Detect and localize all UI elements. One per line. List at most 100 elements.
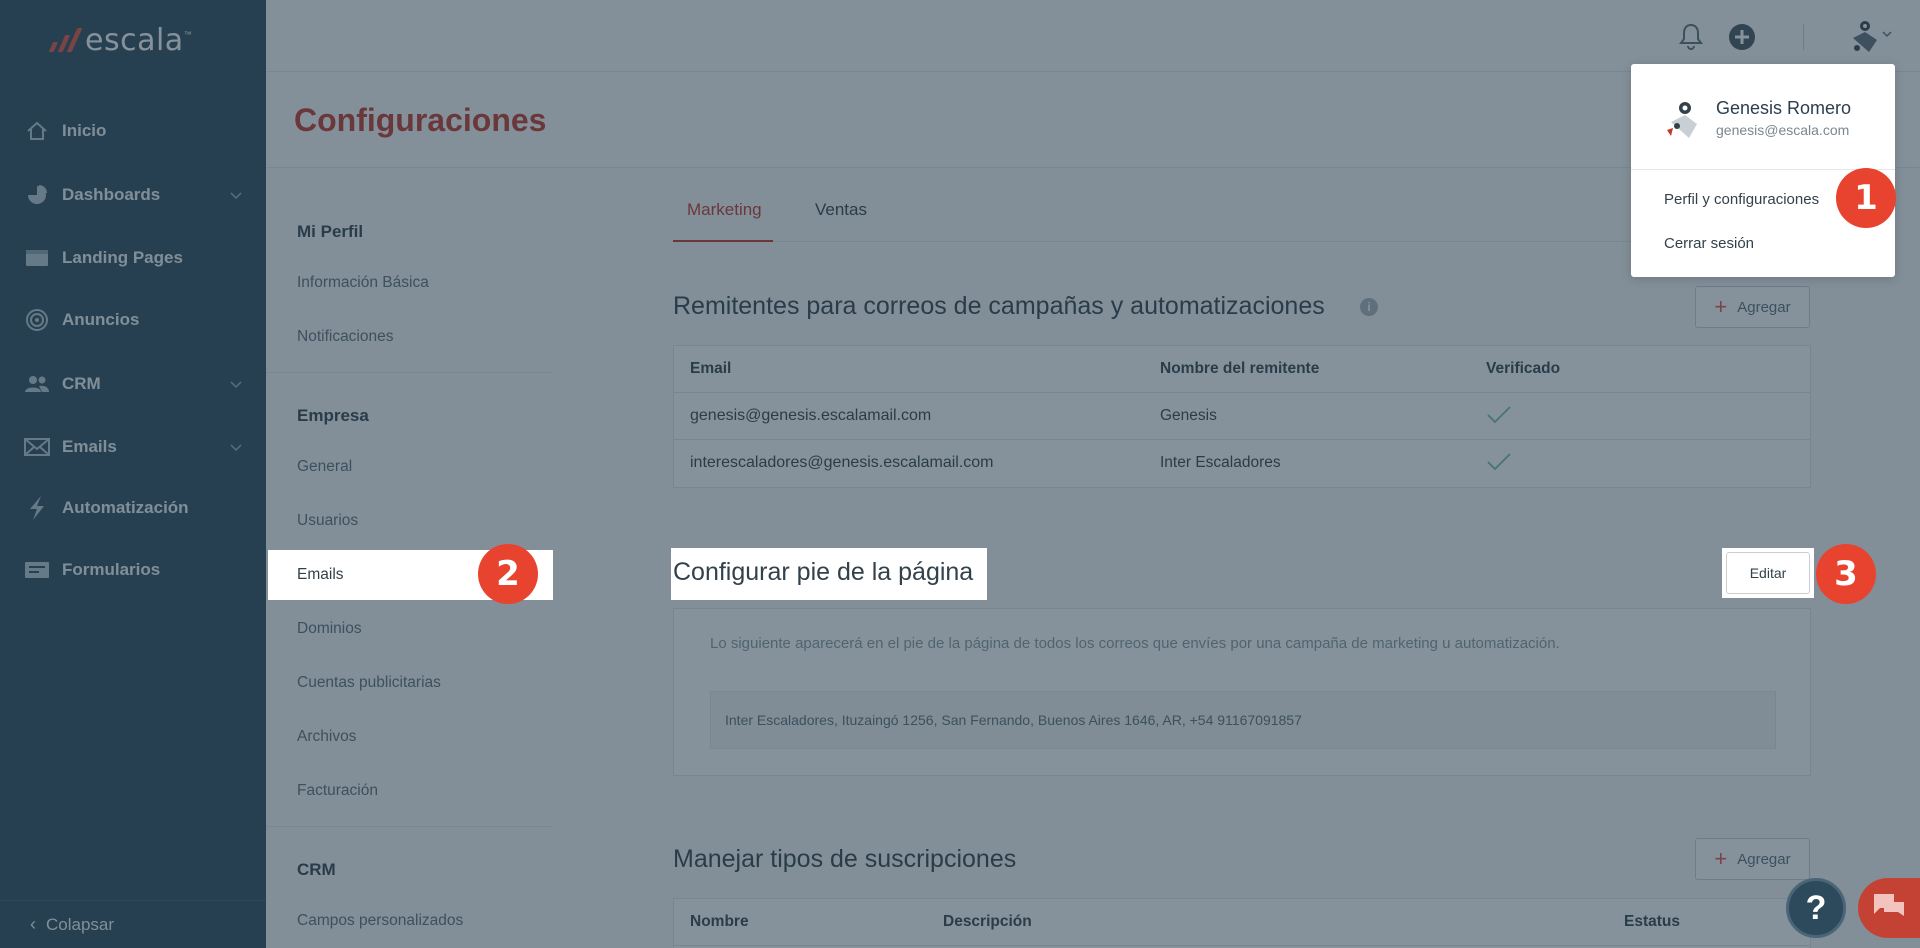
column-header-descripcion: Descripción <box>943 913 1032 930</box>
add-sender-label: Agregar <box>1737 298 1791 316</box>
logo-bars-icon <box>48 28 83 52</box>
sidebar-item-crm[interactable]: CRM <box>0 360 266 408</box>
chat-bubble-icon <box>1872 892 1906 925</box>
topbar-divider <box>1803 24 1804 50</box>
lightning-icon <box>24 496 50 520</box>
footer-text-field: Inter Escaladores, Ituzaingó 1256, San F… <box>710 691 1776 749</box>
info-icon[interactable]: i <box>1360 298 1378 316</box>
escala-logo[interactable]: escala ™ <box>48 22 192 58</box>
add-subscription-button[interactable]: + Agregar <box>1695 838 1810 880</box>
sidebar: escala ™ Inicio Dashboards Landing Pages… <box>0 0 266 948</box>
senders-table: Email Nombre del remitente Verificado ge… <box>673 345 1811 488</box>
table-header-row: Nombre Descripción Estatus <box>674 899 1810 946</box>
step-badge-3: 3 <box>1816 544 1876 604</box>
sidebar-item-label: Emails <box>62 437 117 456</box>
table-row[interactable]: genesis@genesis.escalamail.com Genesis <box>674 393 1810 440</box>
add-circle-icon[interactable] <box>1728 23 1756 56</box>
people-icon <box>24 372 50 396</box>
form-icon <box>24 558 50 582</box>
logo-trademark: ™ <box>183 30 192 39</box>
settings-group-empresa: Empresa <box>297 406 369 425</box>
footer-text-value: Inter Escaladores, Ituzaingó 1256, San F… <box>725 712 1302 728</box>
menu-item-profile-settings[interactable]: Perfil y configuraciones <box>1664 191 1819 208</box>
sidebar-item-label: Formularios <box>62 560 161 579</box>
sidebar-item-landing-pages[interactable]: Landing Pages <box>0 234 266 282</box>
plus-icon: + <box>1714 846 1728 871</box>
check-icon <box>1486 405 1512 430</box>
envelope-icon <box>24 435 50 459</box>
settings-item-notificaciones[interactable]: Notificaciones <box>297 328 394 346</box>
senders-section-title: Remitentes para correos de campañas y au… <box>673 292 1325 320</box>
pie-chart-icon <box>24 183 50 207</box>
bell-icon[interactable] <box>1678 22 1704 55</box>
check-icon <box>1486 452 1512 477</box>
sidebar-item-label: CRM <box>62 374 101 393</box>
top-bar <box>266 0 1920 72</box>
sidebar-item-dashboards[interactable]: Dashboards <box>0 171 266 219</box>
sidebar-item-formularios[interactable]: Formularios <box>0 546 266 594</box>
sender-email: interescaladores@genesis.escalamail.com <box>690 454 994 471</box>
sidebar-item-label: Automatización <box>62 498 189 517</box>
table-row[interactable]: interescaladores@genesis.escalamail.com … <box>674 440 1810 487</box>
target-icon <box>24 308 50 332</box>
column-header-email: Email <box>690 360 732 377</box>
page-title: Configuraciones <box>294 102 547 138</box>
sidebar-item-anuncios[interactable]: Anuncios <box>0 296 266 344</box>
settings-item-general[interactable]: General <box>297 458 352 476</box>
sidebar-item-label: Anuncios <box>62 310 140 329</box>
user-email: genesis@escala.com <box>1716 122 1850 138</box>
tab-active-indicator <box>673 240 773 242</box>
sidebar-item-emails[interactable]: Emails <box>0 423 266 471</box>
add-subscription-label: Agregar <box>1737 850 1791 868</box>
sidebar-item-automatizacion[interactable]: Automatización <box>0 484 266 532</box>
settings-divider <box>266 826 552 827</box>
chevron-down-icon <box>230 187 242 205</box>
footer-description: Lo siguiente aparecerá en el pie de la p… <box>710 635 1560 652</box>
edit-footer-button[interactable]: Editar <box>1726 552 1810 594</box>
edit-footer-label: Editar <box>1749 565 1787 581</box>
sender-email: genesis@genesis.escalamail.com <box>690 407 932 424</box>
settings-item-usuarios[interactable]: Usuarios <box>297 512 358 530</box>
settings-item-archivos[interactable]: Archivos <box>297 728 356 746</box>
sender-name: Inter Escaladores <box>1160 454 1281 471</box>
collapse-sidebar-button[interactable]: ‹ Colapsar <box>0 900 266 948</box>
chevron-down-icon <box>230 439 242 457</box>
settings-group-mi-perfil: Mi Perfil <box>297 222 364 241</box>
add-sender-button[interactable]: + Agregar <box>1695 286 1810 328</box>
sidebar-item-label: Landing Pages <box>62 248 183 267</box>
table-header-row: Email Nombre del remitente Verificado <box>674 346 1810 393</box>
sidebar-item-label: Dashboards <box>62 185 161 204</box>
settings-group-crm: CRM <box>297 860 336 879</box>
subscriptions-section-title: Manejar tipos de suscripciones <box>673 845 1017 873</box>
settings-item-campos-personalizados[interactable]: Campos personalizados <box>297 912 463 930</box>
sidebar-item-inicio[interactable]: Inicio <box>0 107 266 155</box>
settings-divider <box>266 372 552 373</box>
column-header-sender-name: Nombre del remitente <box>1160 360 1320 377</box>
settings-item-emails-label: Emails <box>297 566 344 583</box>
sender-name: Genesis <box>1160 407 1217 424</box>
footer-section-title: Configurar pie de la página <box>673 558 974 586</box>
plus-icon: + <box>1714 294 1728 319</box>
tab-ventas[interactable]: Ventas <box>815 200 867 220</box>
settings-item-informacion-basica[interactable]: Información Básica <box>297 274 429 292</box>
footer-config-box: Lo siguiente aparecerá en el pie de la p… <box>673 608 1811 776</box>
settings-item-dominios[interactable]: Dominios <box>297 620 362 638</box>
settings-item-facturacion[interactable]: Facturación <box>297 782 378 800</box>
user-avatar-menu[interactable] <box>1843 18 1893 59</box>
help-button[interactable]: ? <box>1786 878 1846 938</box>
chat-button[interactable] <box>1858 878 1920 938</box>
landing-page-icon <box>24 246 50 270</box>
chevron-down-icon <box>230 376 242 394</box>
menu-item-logout[interactable]: Cerrar sesión <box>1664 235 1754 252</box>
subscriptions-table: Nombre Descripción Estatus <box>673 898 1811 948</box>
settings-item-cuentas-publicitarias[interactable]: Cuentas publicitarias <box>297 674 441 692</box>
user-name: Genesis Romero <box>1716 98 1852 118</box>
home-icon <box>24 119 50 143</box>
column-header-verified: Verificado <box>1486 360 1561 377</box>
step-badge-2: 2 <box>478 544 538 604</box>
logo-text: escala <box>85 22 184 58</box>
tab-marketing[interactable]: Marketing <box>687 200 762 220</box>
column-header-estatus: Estatus <box>1624 913 1680 930</box>
footer-title-highlight: Configurar pie de la página <box>671 548 987 600</box>
chevron-left-icon: ‹ <box>30 914 36 934</box>
